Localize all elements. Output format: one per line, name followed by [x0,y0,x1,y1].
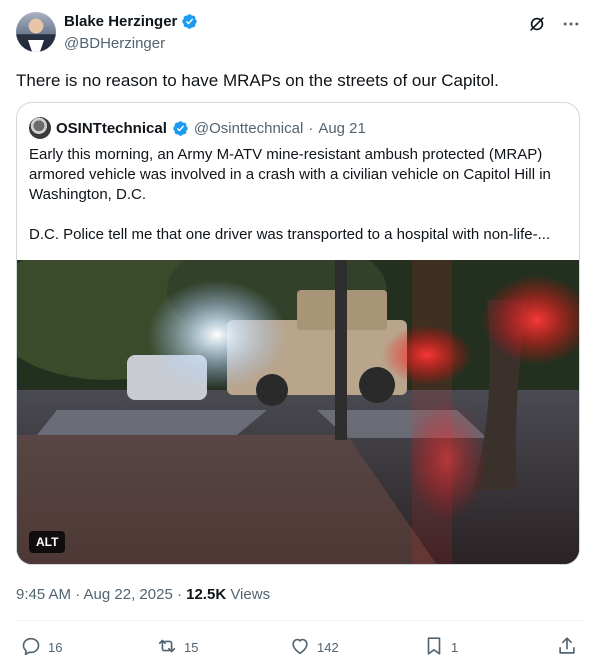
quoted-handle[interactable]: @Osinttechnical [194,120,303,137]
verified-badge-icon [172,120,189,137]
views-count: 12.5K [186,586,227,603]
quoted-header: OSINTtechnical @Osinttechnical · Aug 21 [29,117,366,139]
quoted-body: Early this morning, an Army M-ATV mine-r… [29,145,569,245]
tweet-meta: 9:45 AM · Aug 22, 2025 · 12.5K Views [16,586,270,603]
bookmark-icon [423,635,445,660]
quoted-separator: · [308,119,314,137]
quoted-avatar[interactable] [29,117,51,139]
reply-icon [20,635,42,660]
reply-count: 16 [48,640,63,655]
quoted-date[interactable]: Aug 21 [318,120,366,137]
views-label: Views [226,586,271,603]
more-icon[interactable] [560,13,582,35]
tweet-text: There is no reason to have MRAPs on the … [16,71,499,90]
action-bar: 16 15 142 1 [20,635,580,659]
author-name[interactable]: Blake Herzinger [64,13,177,30]
repost-count: 15 [184,640,199,655]
quoted-name[interactable]: OSINTtechnical [56,120,167,137]
alt-text-badge[interactable]: ALT [29,531,66,553]
share-button[interactable] [556,635,578,660]
quoted-photo[interactable]: ALT [17,260,579,564]
top-actions [526,13,582,35]
repost-button[interactable]: 15 [156,635,198,660]
author-avatar[interactable] [16,12,56,52]
bookmark-count: 1 [451,640,459,655]
quoted-tweet[interactable]: OSINTtechnical @Osinttechnical · Aug 21 … [16,102,580,565]
repost-icon [156,635,178,660]
like-button[interactable]: 142 [289,635,339,660]
verified-badge-icon[interactable] [181,13,198,30]
quoted-paragraph-1: Early this morning, an Army M-ATV mine-r… [29,146,551,203]
author-name-row: Blake Herzinger [64,13,198,30]
divider [16,620,582,621]
reply-button[interactable]: 16 [20,635,62,660]
bookmark-button[interactable]: 1 [423,635,458,660]
quoted-paragraph-2: D.C. Police tell me that one driver was … [29,226,551,243]
tweet-timestamp[interactable]: 9:45 AM · Aug 22, 2025 · [16,586,186,603]
share-icon [556,635,578,660]
grok-icon[interactable] [526,13,548,35]
author-handle[interactable]: @BDHerzinger [64,35,165,52]
like-count: 142 [317,640,339,655]
heart-icon [289,635,311,660]
